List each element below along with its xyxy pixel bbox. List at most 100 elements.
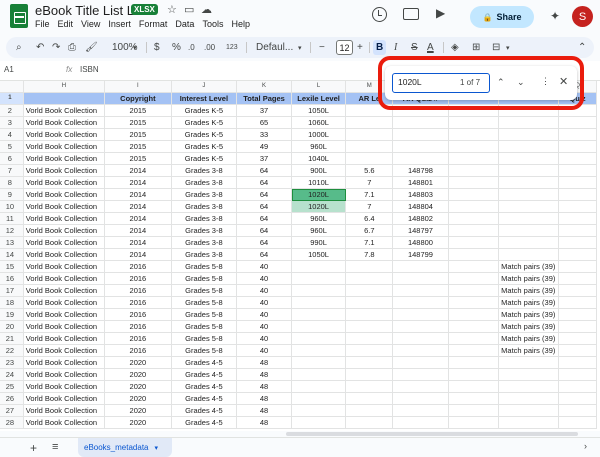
table-cell[interactable]: [345, 284, 394, 297]
table-cell[interactable]: 6.7: [345, 224, 394, 237]
row-header[interactable]: 6: [0, 152, 24, 165]
table-cell[interactable]: Grades K-5: [171, 152, 238, 165]
table-cell[interactable]: Grades 3-8: [171, 200, 238, 213]
paint-format-icon[interactable]: 🖌: [85, 40, 98, 55]
table-cell[interactable]: [291, 368, 347, 381]
table-cell[interactable]: Grades 5-8: [171, 260, 238, 273]
row-header[interactable]: 7: [0, 164, 24, 177]
table-cell[interactable]: [448, 248, 500, 261]
table-cell[interactable]: 2020: [104, 380, 172, 393]
table-cell[interactable]: [392, 308, 449, 321]
table-cell[interactable]: 2014: [104, 188, 172, 201]
table-cell[interactable]: [498, 368, 560, 381]
table-cell[interactable]: 7.1: [345, 236, 394, 249]
table-cell[interactable]: Vorld Book Collection: [23, 188, 106, 201]
table-cell[interactable]: [291, 260, 347, 273]
table-cell[interactable]: [498, 188, 560, 201]
table-cell[interactable]: 2016: [104, 344, 172, 357]
table-cell[interactable]: 40: [236, 344, 292, 357]
table-cell[interactable]: [558, 140, 597, 153]
table-cell[interactable]: Grades K-5: [171, 116, 238, 129]
font-size-input[interactable]: 12: [336, 40, 353, 55]
table-cell[interactable]: Vorld Book Collection: [23, 164, 106, 177]
table-cell[interactable]: [392, 320, 449, 333]
row-header[interactable]: 26: [0, 392, 24, 405]
table-cell[interactable]: [291, 392, 347, 405]
table-cell[interactable]: 148800: [392, 236, 449, 249]
table-cell[interactable]: [345, 404, 394, 417]
table-cell[interactable]: [558, 380, 597, 393]
table-cell[interactable]: [498, 248, 560, 261]
decrease-decimal-button[interactable]: .0: [188, 40, 195, 55]
select-all-corner[interactable]: [0, 81, 24, 93]
table-cell[interactable]: [291, 404, 347, 417]
table-cell[interactable]: [558, 320, 597, 333]
table-cell[interactable]: Vorld Book Collection: [23, 224, 106, 237]
table-cell[interactable]: Grades 5-8: [171, 296, 238, 309]
sheets-logo-icon[interactable]: [10, 4, 28, 28]
column-header[interactable]: K: [236, 81, 292, 93]
table-cell[interactable]: [558, 236, 597, 249]
table-cell[interactable]: 37: [236, 104, 292, 117]
table-cell[interactable]: [448, 188, 500, 201]
bold-button[interactable]: B: [373, 40, 387, 55]
merge-cells-icon[interactable]: ⊟: [492, 40, 500, 55]
table-cell[interactable]: [448, 140, 500, 153]
column-header[interactable]: I: [104, 81, 172, 93]
table-cell[interactable]: Vorld Book Collection: [23, 404, 106, 417]
table-cell[interactable]: 1000L: [291, 128, 347, 141]
table-cell[interactable]: [291, 344, 347, 357]
table-cell[interactable]: 64: [236, 188, 292, 201]
menu-file[interactable]: File: [35, 19, 50, 29]
table-cell[interactable]: Grades 4-5: [171, 356, 238, 369]
table-cell[interactable]: [345, 320, 394, 333]
table-cell[interactable]: 148798: [392, 164, 449, 177]
table-cell[interactable]: [291, 308, 347, 321]
table-cell[interactable]: 1020L: [291, 200, 347, 213]
table-cell[interactable]: 2015: [104, 116, 172, 129]
row-header[interactable]: 13: [0, 236, 24, 249]
table-cell[interactable]: 40: [236, 320, 292, 333]
table-cell[interactable]: [345, 308, 394, 321]
table-cell[interactable]: Vorld Book Collection: [23, 212, 106, 225]
chevron-down-icon[interactable]: ▾: [133, 40, 137, 55]
chevron-down-icon[interactable]: ▾: [506, 40, 510, 55]
row-header[interactable]: 3: [0, 116, 24, 129]
all-sheets-icon[interactable]: ≡: [52, 441, 58, 453]
table-cell[interactable]: [558, 344, 597, 357]
table-cell[interactable]: Grades 5-8: [171, 320, 238, 333]
column-title-cell[interactable]: [23, 92, 106, 105]
table-cell[interactable]: 1060L: [291, 116, 347, 129]
percent-format-button[interactable]: %: [172, 40, 181, 55]
table-cell[interactable]: Vorld Book Collection: [23, 176, 106, 189]
table-cell[interactable]: [498, 164, 560, 177]
row-header[interactable]: 8: [0, 176, 24, 189]
table-cell[interactable]: [498, 416, 560, 429]
table-cell[interactable]: 5.6: [345, 164, 394, 177]
row-header[interactable]: 20: [0, 320, 24, 333]
table-cell[interactable]: 960L: [291, 224, 347, 237]
chevron-down-icon[interactable]: ▾: [298, 40, 302, 55]
table-cell[interactable]: Vorld Book Collection: [23, 248, 106, 261]
table-cell[interactable]: [345, 332, 394, 345]
table-cell[interactable]: 2016: [104, 308, 172, 321]
row-header[interactable]: 9: [0, 188, 24, 201]
row-header[interactable]: 4: [0, 128, 24, 141]
table-cell[interactable]: 64: [236, 176, 292, 189]
table-cell[interactable]: [558, 248, 597, 261]
table-cell[interactable]: [558, 128, 597, 141]
spreadsheet-grid[interactable]: HIJKLMNOPQ1CopyrightInterest LevelTotal …: [0, 81, 600, 431]
table-cell[interactable]: [558, 284, 597, 297]
table-cell[interactable]: Vorld Book Collection: [23, 380, 106, 393]
table-cell[interactable]: Grades 5-8: [171, 284, 238, 297]
text-color-button[interactable]: A: [427, 40, 434, 55]
table-cell[interactable]: 2014: [104, 248, 172, 261]
table-cell[interactable]: Match pairs (39): [498, 344, 560, 357]
row-header[interactable]: 23: [0, 356, 24, 369]
sheet-tab[interactable]: eBooks_metadata ▾: [78, 438, 172, 457]
table-cell[interactable]: [558, 332, 597, 345]
table-cell[interactable]: 7.8: [345, 248, 394, 261]
row-header[interactable]: 16: [0, 272, 24, 285]
table-cell[interactable]: 6.4: [345, 212, 394, 225]
table-cell[interactable]: 2015: [104, 128, 172, 141]
